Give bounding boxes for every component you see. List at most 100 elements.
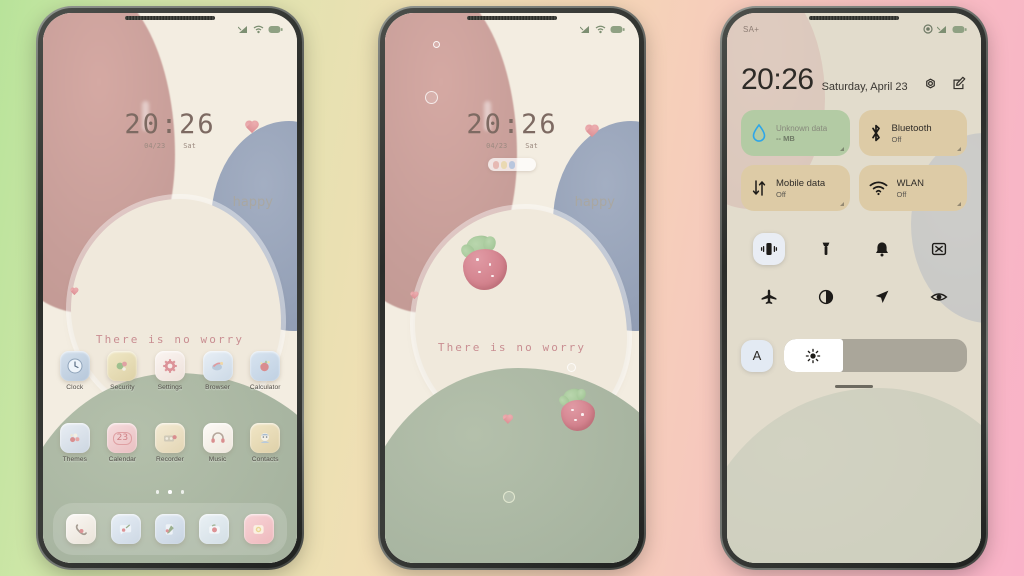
pill-widget[interactable]: [488, 158, 536, 171]
wallpaper: [385, 13, 639, 563]
clock-weekday: Sat: [183, 142, 196, 150]
app-icon-browser[interactable]: Browser: [194, 351, 242, 391]
clock-date: 04/23: [144, 142, 166, 150]
dnd-icon: [923, 24, 933, 34]
earpiece-speaker: [125, 16, 215, 20]
calendar-icon: 23: [107, 423, 138, 453]
app-icon-recorder[interactable]: Recorder: [146, 423, 194, 463]
edit-icon[interactable]: [952, 76, 967, 91]
strawberry-body: [561, 399, 595, 431]
tile-expand-indicator[interactable]: [957, 147, 961, 151]
phone-1-home-screen: 20:26 04/23 Sat happy There is no worry …: [36, 6, 304, 570]
app-label: Clock: [66, 384, 84, 391]
status-bar-carrier: SA+: [743, 24, 760, 34]
status-bar-icons: [923, 24, 967, 34]
page-dot[interactable]: [155, 490, 160, 494]
phone-1-screen: 20:26 04/23 Sat happy There is no worry …: [43, 13, 297, 563]
message-icon[interactable]: [110, 514, 141, 544]
phone-3-quick-settings: SA+ 20:26 Saturday, April 23 Unknown dat…: [720, 6, 988, 570]
quick-settings-panel: 20:26 Saturday, April 23 Unknown data --…: [727, 13, 981, 563]
heart-decor: [588, 125, 603, 139]
toggle-screenshot[interactable]: [923, 233, 955, 265]
camera-icon[interactable]: [199, 514, 230, 544]
app-icon-security[interactable]: Security: [99, 351, 147, 391]
strawberry-body: [463, 249, 507, 290]
auto-brightness-button[interactable]: A: [741, 339, 773, 372]
brightness-slider[interactable]: [784, 339, 967, 372]
panel-actions: [923, 76, 967, 95]
shield-icon: [107, 351, 138, 381]
app-icon-themes[interactable]: Themes: [51, 423, 99, 463]
tile-data-usage[interactable]: Unknown data -- MB: [741, 110, 850, 156]
happy-text-decor: happy: [574, 195, 615, 210]
data-drop-icon: [752, 123, 766, 142]
heart-decor: [248, 121, 263, 135]
quick-settings-tiles: Unknown data -- MB Bluetooth Off Mobile …: [741, 110, 967, 211]
tile-expand-indicator[interactable]: [839, 147, 844, 151]
panel-header: 20:26 Saturday, April 23: [741, 65, 967, 95]
toggle-grid: [741, 233, 967, 313]
clock-subline: 04/23 Sat: [43, 142, 297, 150]
tile-bluetooth[interactable]: Bluetooth Off: [858, 110, 967, 156]
sun-icon: [806, 348, 821, 363]
page-dot[interactable]: [180, 490, 185, 494]
clock-date: 04/23: [486, 142, 508, 150]
panel-time: 20:26: [741, 63, 814, 96]
app-icon-clock[interactable]: Clock: [51, 351, 99, 391]
app-label: Themes: [62, 456, 87, 463]
tile-expand-indicator[interactable]: [839, 202, 844, 206]
panel-drag-handle[interactable]: [835, 385, 873, 388]
contacts-icon: [250, 423, 281, 453]
headphones-icon: [202, 423, 233, 453]
tile-wlan[interactable]: WLAN Off: [858, 165, 967, 211]
notes-icon[interactable]: [154, 514, 185, 544]
brightness-row: A: [741, 339, 967, 372]
heart-decor: [505, 415, 516, 426]
page-indicator[interactable]: [43, 490, 297, 494]
app-icon-settings[interactable]: Settings: [146, 351, 194, 391]
heart-decor: [412, 292, 421, 300]
flashlight-icon: [822, 242, 830, 255]
clock-icon: [59, 351, 90, 381]
quote-text: There is no worry: [95, 333, 245, 346]
tile-title: Bluetooth: [891, 122, 932, 134]
tile-subtitle: Off: [776, 189, 786, 199]
tile-subtitle: Off: [891, 134, 902, 144]
app-icon-calendar[interactable]: 23 Calendar: [99, 423, 147, 463]
tile-subtitle: -- MB: [776, 133, 795, 143]
screenshot-icon: [931, 242, 946, 256]
signal-icon: [580, 25, 589, 33]
toggle-vibrate[interactable]: [753, 233, 786, 265]
page-dot-active[interactable]: [168, 490, 172, 494]
settings-gear-icon[interactable]: [923, 76, 938, 91]
toggle-ringer[interactable]: [866, 233, 898, 265]
toggle-location[interactable]: [866, 281, 898, 313]
battery-icon: [610, 25, 625, 33]
app-label: Browser: [205, 384, 231, 391]
phone-icon[interactable]: [66, 514, 97, 544]
app-icon-contacts[interactable]: Contacts: [241, 423, 289, 463]
app-label: Calculator: [249, 384, 281, 391]
toggle-flashlight[interactable]: [810, 233, 842, 265]
dock: [53, 503, 287, 555]
bluetooth-icon: [871, 124, 880, 142]
clock-subline: 04/23 Sat: [385, 142, 639, 150]
lock-clock-widget[interactable]: 20:26 04/23 Sat: [385, 109, 639, 171]
bubble-decor: [425, 91, 438, 104]
heart-decor: [72, 288, 81, 296]
calculator-icon: [250, 351, 281, 381]
tile-mobile-data[interactable]: Mobile data Off: [741, 165, 850, 211]
tile-expand-indicator[interactable]: [957, 202, 961, 206]
pill-capsule: [493, 160, 499, 169]
app-icon-music[interactable]: Music: [194, 423, 242, 463]
toggle-eye-care[interactable]: [923, 281, 955, 313]
strawberry-decor: [463, 233, 507, 290]
app-icon-calculator[interactable]: Calculator: [241, 351, 289, 391]
toggle-airplane-mode[interactable]: [753, 281, 785, 313]
app-grid-row-1: Clock Security Settings Browser Calculat…: [43, 351, 297, 391]
gallery-icon[interactable]: [243, 514, 274, 544]
app-grid-row-2: Themes 23 Calendar Recorder Music Contac…: [43, 423, 297, 463]
toggle-dark-mode[interactable]: [810, 281, 842, 313]
panel-date: Saturday, April 23: [821, 81, 908, 93]
phone-2-screen: 20:26 04/23 Sat happy There is no worry: [385, 13, 639, 563]
